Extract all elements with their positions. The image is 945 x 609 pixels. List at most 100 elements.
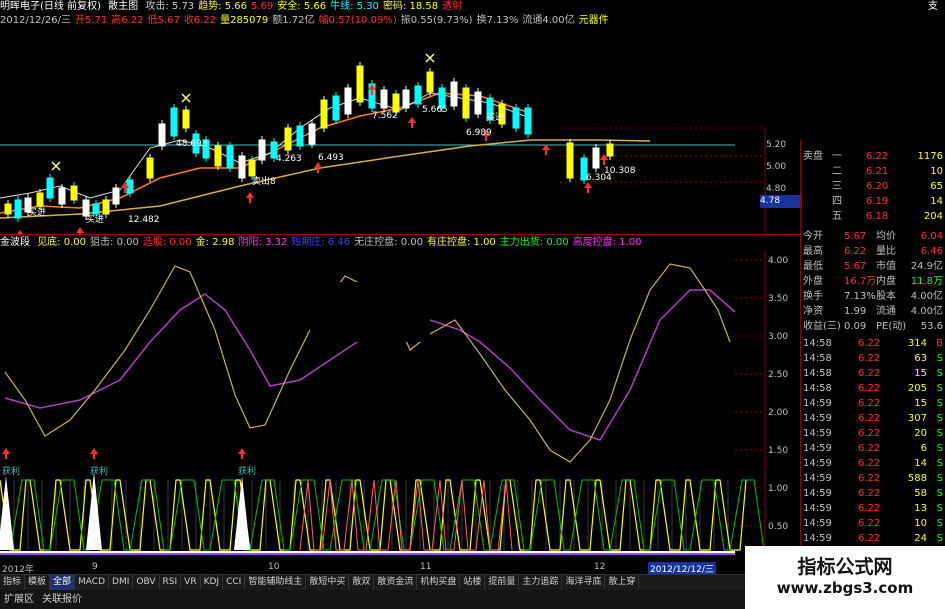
tick-price: 6.22 [858, 443, 881, 454]
tick-row: 14:59 6.22 13 S [800, 502, 945, 516]
tab-智能辅助线主[interactable]: 智能辅助线主 [245, 575, 307, 590]
tab-VR[interactable]: VR [181, 575, 201, 590]
tab-站楼[interactable]: 站楼 [460, 575, 486, 590]
stat-value: 53.6 [920, 321, 943, 332]
tab-RSI[interactable]: RSI [160, 575, 182, 590]
quote-value: 幅0.57(10.09%) [318, 15, 397, 26]
quote-value: 开5.71 [75, 15, 108, 26]
formula-name[interactable]: 散主图 [108, 1, 138, 12]
tab-模板[interactable]: 模板 [25, 575, 51, 590]
stat-label: 最高 [803, 246, 823, 257]
indicator-axis-tick: 3.00 [768, 332, 789, 342]
stat-label: 今开 [803, 231, 823, 242]
candle-body [182, 109, 190, 129]
date-axis: 2012年 9 10 11 12 2012/12/12/三 [0, 562, 800, 575]
quote-value: 2012/12/26/三 [0, 15, 72, 26]
ask-volume: 14 [930, 196, 943, 207]
indicator-value: 阴阳: 3.32 [238, 237, 288, 248]
tab-全部[interactable]: 全部 [50, 575, 76, 590]
candle-body [102, 199, 110, 215]
signal-label: 卖出8 [252, 175, 276, 187]
x-marker [425, 53, 435, 63]
signal-label: 买进 [86, 214, 104, 225]
tick-row: 14:59 6.22 24 S [800, 532, 945, 546]
bottom-tab-扩展区[interactable]: 扩展区 [0, 590, 38, 609]
tick-side: S [936, 353, 943, 364]
stat-value: 4.00亿 [910, 291, 943, 302]
price-axis-tick: 4.80 [766, 184, 787, 194]
stat-value: 1.99 [844, 306, 867, 317]
tick-time: 14:58 [803, 383, 832, 394]
tab-指标[interactable]: 指标 [0, 575, 26, 590]
ask-level: 三 [832, 181, 842, 192]
tick-row: 14:58 6.22 205 S [800, 382, 945, 396]
tick-volume: 13 [914, 503, 927, 514]
watermark-url: www.zbgs3.com [776, 579, 914, 597]
candle-body [592, 147, 600, 169]
ask-price: 6.22 [866, 151, 889, 162]
candle-body [238, 155, 246, 179]
indicator-axis-tick: 2.00 [768, 408, 789, 418]
profit-label: 获利 [2, 465, 20, 477]
tab-MACD[interactable]: MACD [75, 575, 110, 590]
quote-value: 低5.67 [147, 15, 180, 26]
tick-price: 6.22 [858, 383, 881, 394]
tick-time: 14:59 [803, 518, 832, 529]
indicator-name[interactable]: 金波段 [0, 237, 30, 248]
tick-volume: 58 [914, 488, 927, 499]
indicator-value: 金: 2.98 [195, 237, 235, 248]
stock-title[interactable]: 明晖电子(日线 前复权) [0, 1, 101, 12]
divider [0, 234, 800, 235]
tab-散资金流[interactable]: 散资金流 [374, 575, 418, 590]
indicator-chart[interactable]: 获利 获利 获利 [0, 250, 800, 560]
tick-volume: 307 [907, 413, 927, 424]
tick-row: 14:59 6.22 588 S [800, 472, 945, 486]
stat-row: 最高 6.22 量比 6.46 [800, 245, 945, 259]
tick-side: S [936, 518, 943, 529]
candle-body [344, 87, 352, 115]
candle-body [58, 187, 66, 205]
tab-DMI[interactable]: DMI [109, 575, 134, 590]
candle-body [284, 127, 292, 151]
tick-time: 14:59 [803, 443, 832, 454]
candle-body [462, 87, 470, 119]
tick-side: S [936, 458, 943, 469]
candle-body [296, 125, 304, 147]
price-label: 48.693 [176, 139, 208, 149]
tab-提前量[interactable]: 提前量 [485, 575, 520, 590]
tick-price: 6.22 [858, 533, 881, 544]
candle-body [320, 99, 328, 129]
indicator-value: 狙击: 0.00 [90, 237, 139, 248]
date-label: 11 [420, 562, 432, 572]
tab-散上穿[interactable]: 散上穿 [605, 575, 640, 590]
ask-level: 一 [832, 151, 842, 162]
candle-body [170, 107, 178, 137]
tab-机构买盘[interactable]: 机构买盘 [417, 575, 461, 590]
price-axis-tick: 5.00 [766, 162, 787, 172]
price-label: 6.493 [318, 153, 344, 163]
tab-海洋寻底[interactable]: 海洋寻底 [562, 575, 606, 590]
tab-主力追踪[interactable]: 主力追踪 [519, 575, 563, 590]
white-spike [0, 476, 14, 550]
signal-label: 买进 [28, 207, 46, 218]
candle-body [36, 192, 44, 207]
quote-value: 额1.72亿 [272, 15, 315, 26]
tick-price: 6.22 [858, 458, 881, 469]
stat-row: 换手 7.13% 股本 4.00亿 [800, 290, 945, 304]
tick-volume: 15 [914, 368, 927, 379]
quote-value: 收6.22 [183, 15, 217, 26]
tab-KDJ[interactable]: KDJ [201, 575, 224, 590]
tab-CCI[interactable]: CCI [223, 575, 246, 590]
bottom-tab-关联报价[interactable]: 关联报价 [38, 590, 86, 609]
tab-OBV[interactable]: OBV [133, 575, 160, 590]
stat-value: 7.13% [844, 291, 876, 302]
indicator-axis: 4.00 3.50 3.00 2.50 2.00 1.50 1.00 0.50 [768, 250, 800, 560]
candle-body [214, 145, 222, 167]
header-indicator-values: 攻击: 5.73 趋势: 5.66 5.69 安全: 5.66 牛线: 5.30 密码: … [145, 1, 466, 12]
ask-row: 五 6.18 204 [800, 210, 945, 224]
tab-散短中买[interactable]: 散短中买 [306, 575, 350, 590]
candlestick-chart[interactable]: 48.6934.263 6.4937.5625.6656.98912.48210.… [0, 28, 800, 234]
arrow-marker [542, 144, 550, 155]
tab-散双[interactable]: 散双 [349, 575, 375, 590]
x-marker [181, 93, 191, 103]
